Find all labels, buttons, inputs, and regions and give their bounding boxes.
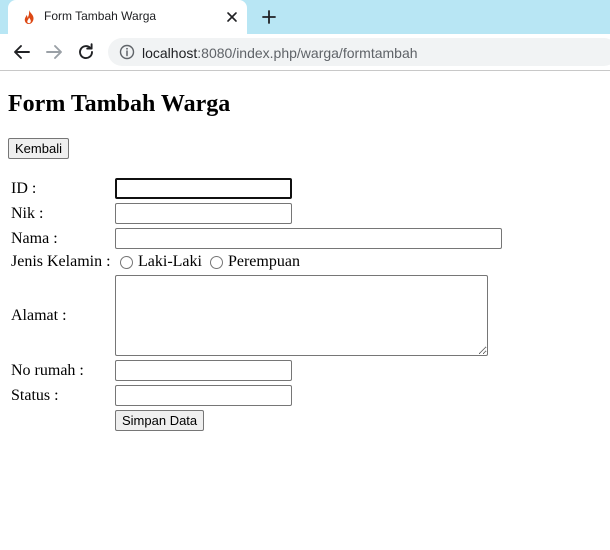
no-rumah-input[interactable] — [115, 360, 292, 381]
reload-icon[interactable] — [75, 41, 97, 63]
info-icon[interactable] — [119, 44, 135, 60]
page-title: Form Tambah Warga — [8, 91, 231, 117]
radio-laki-laki[interactable] — [120, 255, 133, 269]
close-icon[interactable] — [223, 8, 241, 26]
page-content: Form Tambah Warga Kembali ID : Nik : Nam… — [8, 71, 608, 434]
status-input[interactable] — [115, 385, 292, 406]
alamat-textarea[interactable] — [115, 275, 488, 356]
radio-laki-laki-label: Laki-Laki — [138, 253, 202, 270]
browser-toolbar: localhost:8080/index.php/warga/formtamba… — [0, 34, 610, 71]
back-arrow-icon[interactable] — [11, 41, 33, 63]
warga-form: ID : Nik : Nama : Jenis Kelamin : Laki-L… — [8, 175, 505, 434]
plus-icon[interactable] — [259, 7, 279, 27]
radio-perempuan-label: Perempuan — [227, 253, 300, 270]
address-bar[interactable]: localhost:8080/index.php/warga/formtamba… — [108, 38, 610, 66]
forward-arrow-icon[interactable] — [43, 41, 65, 63]
gender-radio-group: Laki-Laki Perempuan — [115, 253, 502, 271]
gender-label: Jenis Kelamin : — [11, 253, 111, 270]
back-button[interactable]: Kembali — [8, 138, 69, 159]
form-row-alamat: Alamat : — [10, 274, 503, 357]
nama-label: Nama : — [11, 229, 58, 247]
form-row-id: ID : — [10, 177, 503, 200]
flame-icon — [24, 10, 34, 24]
url-host: localhost — [142, 45, 198, 61]
form-row-gender: Jenis Kelamin : Laki-Laki Perempuan — [10, 252, 503, 272]
form-row-submit: Simpan Data — [10, 409, 503, 432]
alamat-label: Alamat : — [11, 306, 67, 324]
id-input[interactable] — [115, 178, 292, 199]
nik-input[interactable] — [115, 203, 292, 224]
form-row-nama: Nama : — [10, 227, 503, 250]
nik-label: Nik : — [11, 204, 44, 222]
form-row-no-rumah: No rumah : — [10, 359, 503, 382]
id-label: ID : — [11, 179, 37, 197]
radio-perempuan[interactable] — [209, 255, 223, 269]
status-label: Status : — [11, 386, 59, 404]
form-row-status: Status : — [10, 384, 503, 407]
no-rumah-label: No rumah : — [11, 361, 84, 379]
browser-tabstrip: Form Tambah Warga — [0, 0, 610, 34]
url-path: :8080/index.php/warga/formtambah — [197, 45, 418, 61]
url-text: localhost:8080/index.php/warga/formtamba… — [142, 45, 418, 61]
submit-button[interactable]: Simpan Data — [115, 410, 205, 431]
form-row-nik: Nik : — [10, 202, 503, 225]
nama-input[interactable] — [115, 228, 502, 249]
tab-title: Form Tambah Warga — [44, 9, 157, 23]
browser-tab[interactable]: Form Tambah Warga — [8, 0, 247, 34]
